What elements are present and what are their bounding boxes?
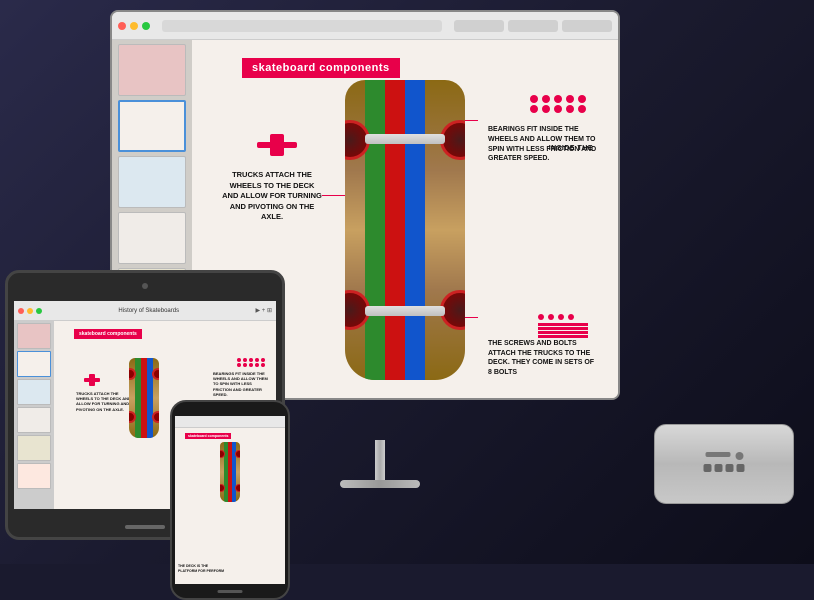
tablet-toolbar-icons: ▶ + ⊞ [256,307,272,314]
tablet-minimize[interactable] [27,308,33,314]
truck-bar-top [365,134,445,144]
truck-bar-bottom [365,306,445,316]
slide-thumb-3[interactable] [118,156,186,208]
tablet-camera [142,283,148,289]
tablet-mini-skateboard [129,358,159,448]
mac-mini [654,424,794,504]
phone-toolbar[interactable] [175,416,285,428]
monitor-neck [375,440,385,480]
tablet-bearings-text: BEARINGS FIT INSIDE THE WHEELS AND ALLOW… [213,371,268,397]
phone-keynote-app: skateboard components THE DECK IS THE P [175,416,285,584]
trucks-description: TRUCKS ATTACH THE WHEELS TO THE DECK AND… [222,170,322,223]
phone-slide-title: skateboard components [185,433,231,439]
slide-thumb-2[interactable] [118,100,186,152]
mac-mini-ports [704,452,745,472]
tablet-thumb-5[interactable] [17,435,51,461]
phone-screen: skateboard components THE DECK IS THE P [175,416,285,584]
tablet-title: History of Skateboards [45,308,253,314]
slide-thumb-1[interactable] [118,44,186,96]
skateboard-visual [312,60,498,388]
phone-slide-text: THE DECK IS THE PLATFORM FOR PERFORM [178,564,228,574]
tablet-toolbar[interactable]: History of Skateboards ▶ + ⊞ [14,301,276,321]
slide-thumb-4[interactable] [118,212,186,264]
minimize-button[interactable] [130,22,138,30]
tablet-thumb-6[interactable] [17,463,51,489]
phone-home-bar [218,590,243,593]
tablet-slide-panel[interactable] [14,321,54,509]
tablet-truck-icon [82,373,102,392]
tablet-bearings-dots [237,358,266,367]
tablet-home-bar [125,525,165,529]
slide-title: skateboard components [242,58,400,78]
deck-stripe-green [365,80,385,380]
mac-mini-port-1 [705,452,730,457]
tablet-close[interactable] [18,308,24,314]
tablet-thumb-1[interactable] [17,323,51,349]
deck-stripe-blue [405,80,425,380]
mac-mini-light [735,452,743,460]
bearings-dots [530,95,588,113]
phone[interactable]: skateboard components THE DECK IS THE P [170,400,290,600]
screws-dots [538,314,588,338]
phone-mini-skateboard [220,442,240,502]
tablet-thumb-3[interactable] [17,379,51,405]
keynote-toolbar[interactable] [112,12,618,40]
tablet-thumb-4[interactable] [17,407,51,433]
deck-stripe-red [385,80,405,380]
tablet-maximize[interactable] [36,308,42,314]
tablet-trucks-text: TRUCKS ATTACH THE WHEELS TO THE DECK AND… [76,391,131,412]
tablet-slide-title: skateboard components [74,329,142,339]
monitor-base [340,480,420,488]
truck-icon [252,130,302,167]
inside-the-label: INSIDE THE [549,145,593,152]
skateboard-deck [345,80,465,380]
tablet-thumb-2[interactable] [17,351,51,377]
phone-slide-area: skateboard components THE DECK IS THE P [175,428,285,584]
screws-description: THE SCREWS AND BOLTS ATTACH THE TRUCKS T… [488,339,598,378]
maximize-button[interactable] [142,22,150,30]
close-button[interactable] [118,22,126,30]
